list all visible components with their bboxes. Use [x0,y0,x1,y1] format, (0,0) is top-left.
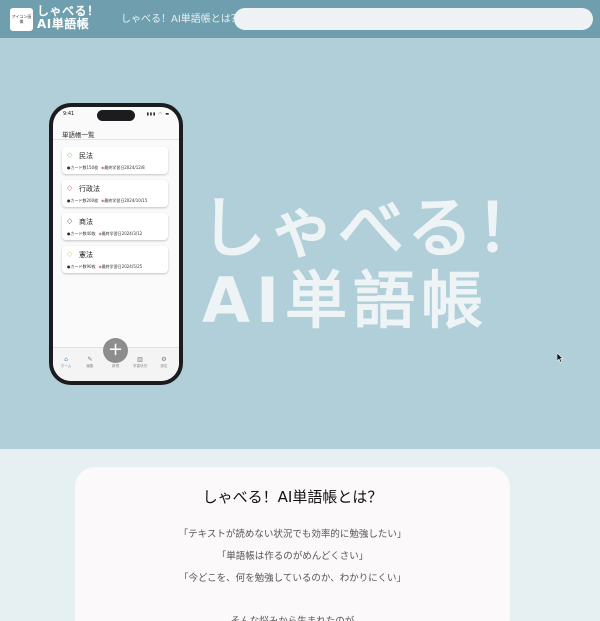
card-meta: ●カード数40枚 ◆最終学習日2024/3/12 [67,231,142,237]
screen-divider [53,139,179,140]
card-meta: ●カード数90枚 ◆最終学習日2024/5/25 [67,264,142,270]
tab-progress[interactable]: ▥ 学習状況 [131,356,149,369]
card-title: 商法 [79,218,93,226]
hero-title-line2: AI単語帳 [202,264,490,337]
card-title: 行政法 [79,185,100,193]
gear-icon: ⚙ [161,356,167,363]
about-lead-text: そんな悩みから生まれたのが [75,613,510,621]
card-last-study: 最終学習日2024/3/12 [101,231,143,236]
chart-icon: ▥ [137,356,143,363]
tab-settings[interactable]: ⚙ 設定 [155,356,173,369]
screen-title: 単語帳一覧 [62,131,95,139]
wordbook-card[interactable]: ◇ 商法 ●カード数40枚 ◆最終学習日2024/3/12 [62,213,168,240]
phone-screen: 9:41 ▮▮▮ ◠ ▬ 単語帳一覧 ◇ 民法 ●カード数150枚 ◆最終学習日2… [53,107,179,381]
tab-label: ホーム [60,364,72,368]
tab-bar: ⌂ ホーム ✎ 編集 + 新規 ▥ 学習状況 ⚙ 設定 [53,338,179,381]
tab-label: 編集 [86,364,94,368]
tag-icon: ◇ [67,217,73,225]
plus-icon: + [107,339,124,360]
phone-notch [97,110,135,121]
tab-home[interactable]: ⌂ ホーム [57,356,75,369]
wordbook-card[interactable]: ◇ 憲法 ●カード数90枚 ◆最終学習日2024/5/25 [62,246,168,273]
card-title: 民法 [79,152,93,160]
card-meta: ●カード数150枚 ◆最終学習日2024/12/8 [67,165,145,171]
wordbook-card[interactable]: ◇ 民法 ●カード数150枚 ◆最終学習日2024/12/8 [62,147,168,174]
home-icon: ⌂ [64,356,68,363]
status-time: 9:41 [63,111,75,117]
about-quote: 「単語帳は作るのがめんどくさい」 [216,551,369,562]
hero-section: しゃべる！ AI単語帳 9:41 ▮▮▮ ◠ ▬ 単語帳一覧 ◇ 民法 ●カード… [0,38,600,449]
phone-mockup: 9:41 ▮▮▮ ◠ ▬ 単語帳一覧 ◇ 民法 ●カード数150枚 ◆最終学習日2… [49,103,183,385]
card-last-study: 最終学習日2024/12/8 [104,165,145,170]
tag-icon: ◇ [67,184,73,192]
logo-title[interactable]: しゃべる！ AI単語帳 [37,5,100,31]
nav-link-about[interactable]: しゃべる！AI単語帳とは？ [121,10,241,25]
status-icons: ▮▮▮ ◠ ▬ [146,111,170,116]
logo-image[interactable]: アイコン画像 [10,8,33,31]
tag-icon: ◇ [67,250,73,258]
card-count: カード数200枚 [70,198,99,203]
site-header: アイコン画像 しゃべる！ AI単語帳 しゃべる！AI単語帳とは？ [0,0,600,38]
tag-icon: ◇ [67,151,73,159]
logo-image-text: アイコン画像 [11,13,32,24]
add-wordbook-button[interactable]: + [103,338,128,363]
about-card: しゃべる！AI単語帳とは？ 「テキストが読めない状況でも効率的に勉強したい」 「… [75,467,510,621]
tab-label: 学習状況 [133,364,147,368]
logo-title-line2: AI単語帳 [37,17,90,31]
wordbook-card[interactable]: ◇ 行政法 ●カード数200枚 ◆最終学習日2024/10/15 [62,180,168,207]
card-meta: ●カード数200枚 ◆最終学習日2024/10/15 [67,198,147,204]
about-quote: 「今どこを、何を勉強しているのか、わかりにくい」 [178,573,407,584]
pencil-icon: ✎ [87,356,93,363]
card-last-study: 最終学習日2024/5/25 [101,264,143,269]
mouse-cursor-icon [557,353,564,363]
card-title: 憲法 [79,251,93,259]
tab-edit[interactable]: ✎ 編集 [81,356,99,369]
card-count: カード数90枚 [70,264,96,269]
search-input[interactable] [234,8,593,30]
about-title: しゃべる！AI単語帳とは？ [202,488,383,506]
card-last-study: 最終学習日2024/10/15 [104,198,148,203]
add-button-label: 新規 [112,364,119,368]
card-count: カード数40枚 [70,231,96,236]
about-quote: 「テキストが読めない状況でも効率的に勉強したい」 [178,529,407,540]
card-count: カード数150枚 [70,165,99,170]
tab-label: 設定 [160,364,168,368]
